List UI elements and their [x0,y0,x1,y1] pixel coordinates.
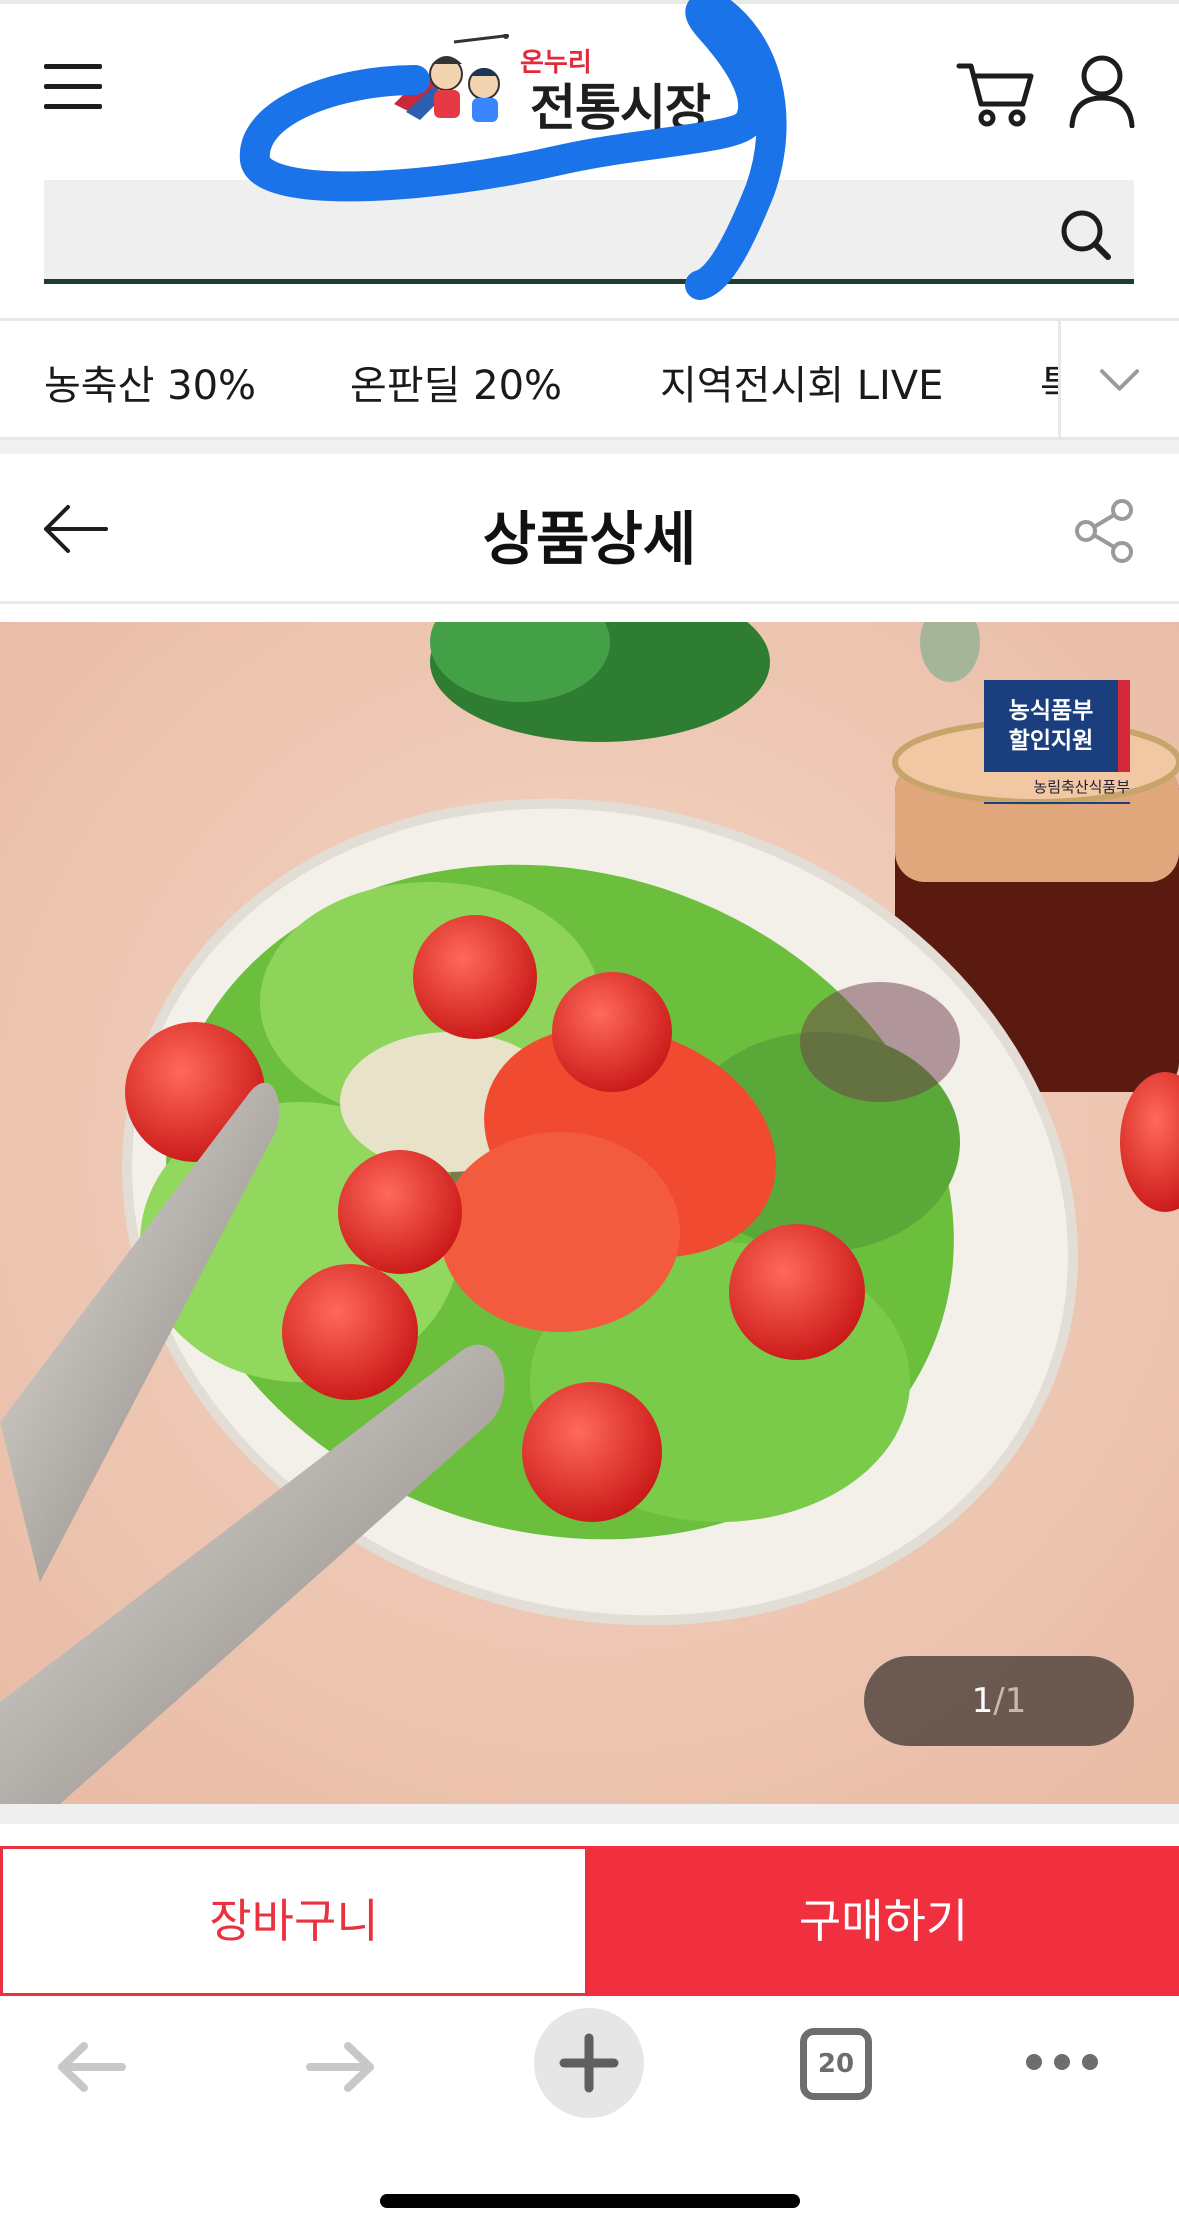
search-box [44,180,1134,284]
share-button[interactable] [1070,496,1140,566]
more-icon [1026,2054,1098,2070]
browser-back-button[interactable] [52,2032,132,2102]
category-expand-button[interactable] [1058,321,1179,437]
search-icon [1061,210,1111,260]
menu-icon-bar [44,84,102,89]
menu-icon-bar [44,104,102,109]
action-bar: 장바구니 구매하기 [0,1846,1179,1996]
page-title: 상품상세 [482,505,697,573]
logo-main-text: 전통시장 [530,79,711,137]
add-to-cart-button[interactable]: 장바구니 [0,1846,588,1996]
section-divider [0,440,1179,454]
badge-org: 농림축산식품부 [984,776,1130,804]
image-counter-separator: / [993,1681,1005,1721]
mascot-logo-icon [394,34,509,122]
search-input[interactable] [64,204,1024,260]
badge-line2: 할인지원 [1008,728,1094,754]
category-item[interactable]: 지역전시회 LIVE [660,353,943,411]
title-bar: 상품상세 [0,454,1179,604]
menu-button[interactable] [40,58,110,118]
category-item[interactable]: 농축산 30% [44,353,256,411]
category-strip: 농축산 30% 온판딜 20% 지역전시회 LIVE 특 [0,318,1179,440]
browser-back-icon [58,2042,126,2092]
badge-title: 농식품부 할인지원 [984,680,1130,772]
chevron-down-icon [1100,369,1140,391]
cart-button[interactable] [955,56,1035,128]
more-button[interactable] [1024,2042,1100,2082]
tabs-button[interactable]: 20 [800,2028,872,2100]
user-button[interactable] [1066,52,1138,129]
category-item-partial[interactable]: 특 [1040,353,1060,411]
header: 온누리 전통시장 [0,0,1179,318]
badge-line1: 농식품부 [1008,698,1094,724]
search-button[interactable] [1054,204,1118,264]
logo[interactable]: 온누리 전통시장 [380,22,720,137]
cart-icon [956,63,1034,127]
product-image[interactable]: 농식품부 할인지원 농림축산식품부 1/1 [0,622,1179,1804]
subsidy-badge: 농식품부 할인지원 농림축산식품부 [984,680,1130,808]
page: 온누리 전통시장 농축산 30% 온판딜 20% 지역전시회 LIVE 특 상품… [0,0,1179,2230]
browser-forward-icon [306,2042,374,2092]
user-icon [1069,55,1135,129]
home-indicator[interactable] [380,2194,800,2208]
menu-icon-bar [44,64,102,69]
buy-now-button[interactable]: 구매하기 [588,1846,1179,1996]
top-border [0,0,1179,4]
share-icon [1075,499,1133,563]
section-divider [0,1804,1179,1824]
image-counter: 1/1 [864,1656,1134,1746]
image-counter-current: 1 [971,1681,994,1721]
category-item[interactable]: 온판딜 20% [350,353,562,411]
image-counter-total: 1 [1004,1681,1027,1721]
browser-forward-button[interactable] [300,2032,380,2102]
plus-icon [559,2033,619,2093]
new-tab-button[interactable] [534,2008,644,2118]
browser-toolbar: 20 [0,1996,1179,2230]
